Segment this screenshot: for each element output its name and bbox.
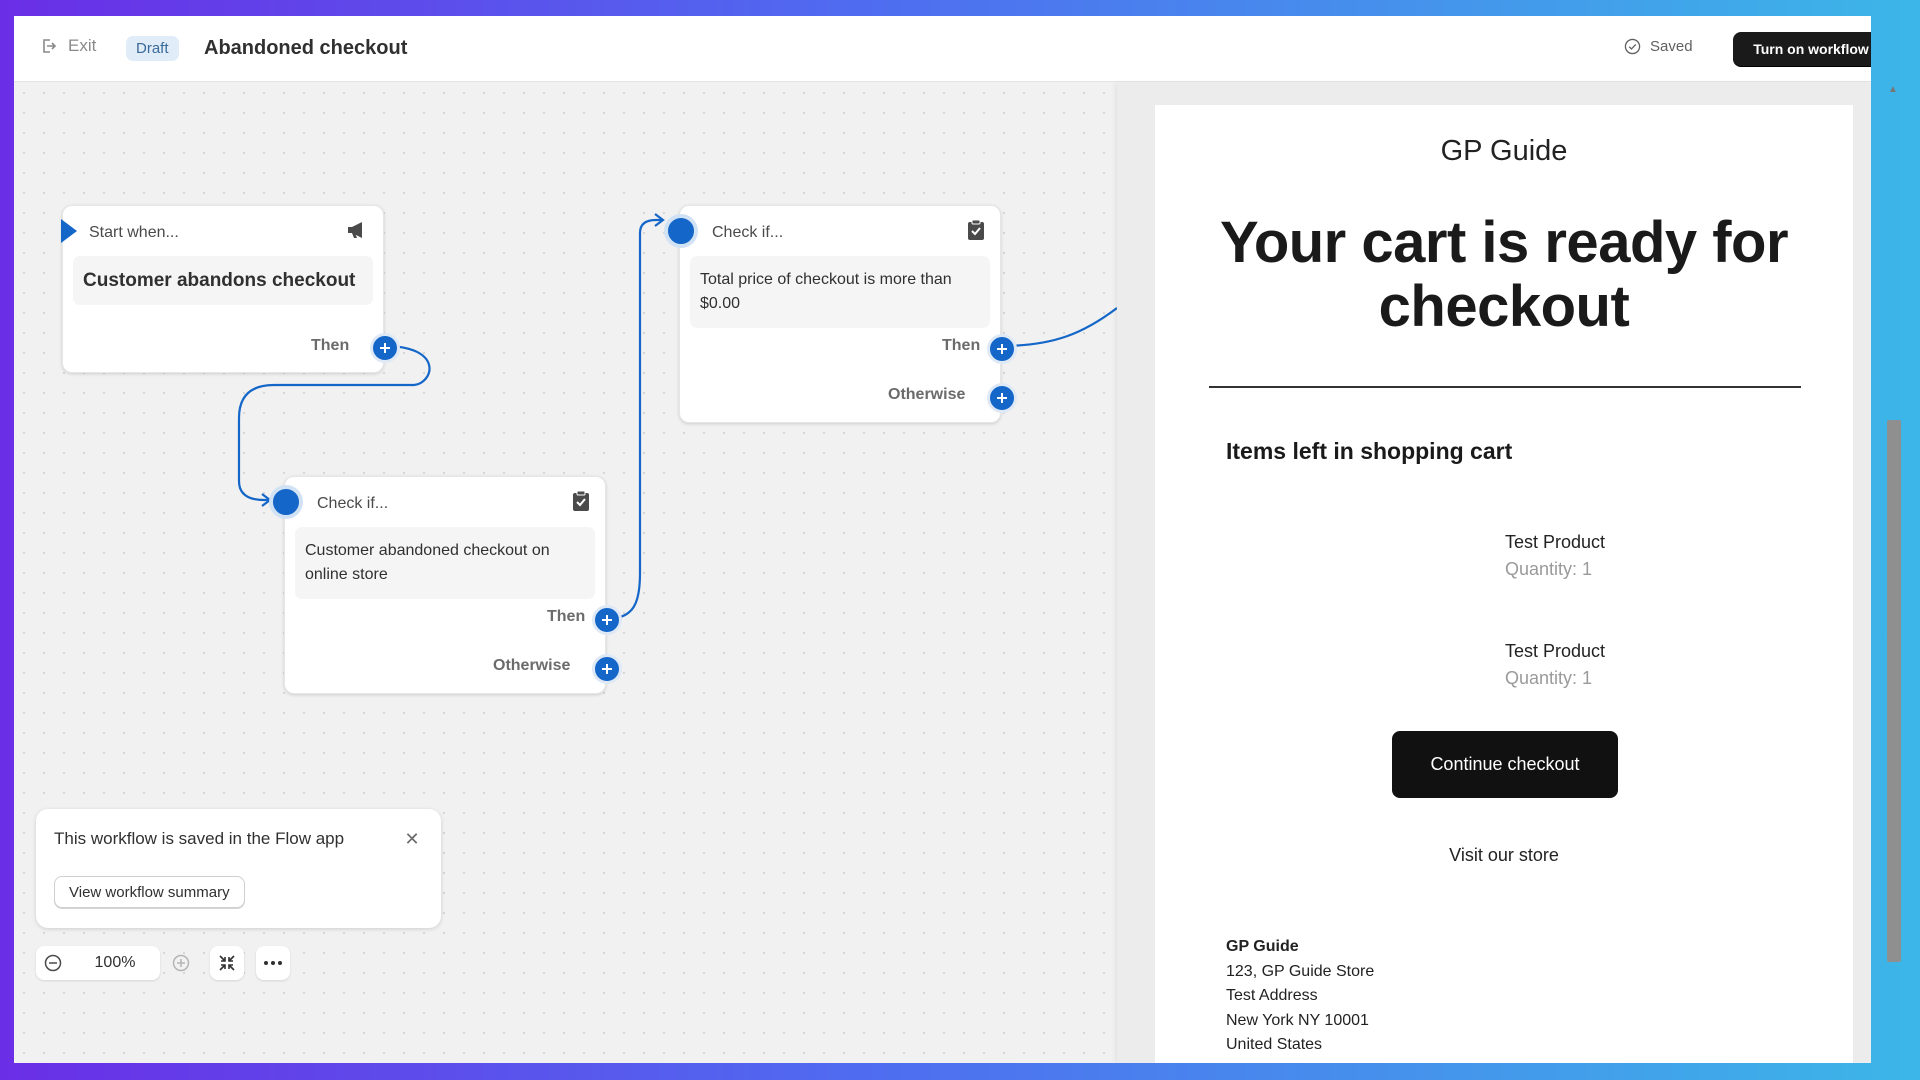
store-address: GP Guide 123, GP Guide Store Test Addres… <box>1226 935 1374 1058</box>
app-window: Exit Draft Abandoned checkout Saved Turn… <box>14 16 1871 1063</box>
saved-status: Saved <box>1624 38 1693 55</box>
address-line: New York NY 10001 <box>1226 1011 1369 1029</box>
check-circle-icon <box>1624 38 1641 55</box>
trigger-node[interactable]: Start when... Customer abandons checkout… <box>61 205 400 373</box>
continue-checkout-button[interactable]: Continue checkout <box>1392 731 1618 798</box>
workflow-title: Abandoned checkout <box>204 37 408 59</box>
scroll-up-arrow-icon[interactable]: ▲ <box>1888 84 1900 96</box>
condition-2-otherwise-add-button[interactable] <box>987 383 1017 413</box>
view-workflow-summary-button[interactable]: View workflow summary <box>54 876 245 908</box>
trigger-then-label: Then <box>311 337 350 354</box>
trigger-then-add-button[interactable] <box>370 333 400 363</box>
condition-1-body: Customer abandoned checkout on online st… <box>295 527 595 599</box>
turn-on-workflow-button[interactable]: Turn on workflow <box>1733 32 1871 66</box>
product-quantity: Quantity: 1 <box>1505 559 1593 579</box>
condition-2-then-label: Then <box>942 337 981 354</box>
email-items-title: Items left in shopping cart <box>1226 438 1513 464</box>
trigger-body: Customer abandons checkout <box>73 256 373 305</box>
zoom-group: 100% <box>36 946 160 980</box>
zoom-level: 100% <box>94 954 136 971</box>
zoom-out-button[interactable] <box>36 946 70 980</box>
email-divider <box>1209 386 1801 388</box>
condition-2-otherwise-label: Otherwise <box>888 386 966 403</box>
address-line: United States <box>1226 1036 1323 1053</box>
more-options-button[interactable] <box>256 946 290 980</box>
toast-message: This workflow is saved in the Flow app <box>54 829 345 848</box>
fit-to-screen-button[interactable] <box>210 946 244 980</box>
saved-notification-toast: This workflow is saved in the Flow app ✕… <box>36 809 441 928</box>
address-name: GP Guide <box>1226 938 1299 955</box>
product-item: Test Product Quantity: 1 <box>1505 641 1705 689</box>
email-preview: GP Guide Your cart is ready for checkout… <box>1155 105 1853 1063</box>
condition-2-input-port[interactable] <box>664 214 698 248</box>
exit-label: Exit <box>68 36 97 55</box>
zoom-out-icon <box>44 954 62 972</box>
start-marker-icon <box>61 219 77 243</box>
email-brand: GP Guide <box>1440 135 1568 167</box>
plus-icon <box>602 664 612 674</box>
megaphone-icon <box>345 218 369 242</box>
plus-icon <box>380 343 390 353</box>
top-bar: Exit Draft Abandoned checkout Saved Turn… <box>14 16 1871 82</box>
condition-1-otherwise-label: Otherwise <box>493 657 571 674</box>
condition-node-1[interactable]: Check if... Customer abandoned checkout … <box>269 476 622 694</box>
email-preview-panel[interactable]: GP Guide Your cart is ready for checkout… <box>1117 83 1871 1063</box>
condition-2-then-add-button[interactable] <box>987 334 1017 364</box>
exit-icon <box>43 39 57 53</box>
preview-scrollbar[interactable] <box>1887 420 1901 962</box>
condition-node-2[interactable]: Check if... Total price of checkout is m… <box>664 205 1017 423</box>
condition-1-then-add-button[interactable] <box>592 605 622 635</box>
collapse-arrows-icon <box>219 955 235 971</box>
exit-button[interactable]: Exit <box>40 36 96 56</box>
condition-2-header: Check if... <box>712 224 784 241</box>
close-icon[interactable]: ✕ <box>402 829 422 849</box>
clipboard-check-icon <box>569 489 593 513</box>
plus-icon <box>997 393 1007 403</box>
zoom-in-button[interactable] <box>164 946 198 980</box>
product-item: Test Product Quantity: 1 <box>1505 532 1705 580</box>
zoom-controls: 100% <box>36 946 290 980</box>
condition-2-body: Total price of checkout is more than $0.… <box>690 256 990 328</box>
status-badge: Draft <box>126 36 179 61</box>
address-line: 123, GP Guide Store <box>1226 962 1375 980</box>
trigger-header: Start when... <box>89 224 179 241</box>
email-headline: Your cart is ready for checkout <box>1219 210 1789 339</box>
condition-1-otherwise-add-button[interactable] <box>592 654 622 684</box>
saved-label: Saved <box>1650 38 1693 55</box>
product-name: Test Product <box>1505 641 1606 661</box>
condition-1-header: Check if... <box>317 495 389 512</box>
visit-store-link[interactable]: Visit our store <box>1155 845 1853 866</box>
plus-icon <box>997 344 1007 354</box>
address-line: Test Address <box>1226 987 1318 1004</box>
condition-1-then-label: Then <box>547 608 586 625</box>
condition-1-input-port[interactable] <box>269 485 303 519</box>
plus-icon <box>602 615 612 625</box>
zoom-in-icon <box>172 954 190 972</box>
more-horizontal-icon <box>264 961 282 965</box>
clipboard-check-icon <box>964 218 988 242</box>
product-quantity: Quantity: 1 <box>1505 668 1593 688</box>
product-name: Test Product <box>1505 532 1606 552</box>
